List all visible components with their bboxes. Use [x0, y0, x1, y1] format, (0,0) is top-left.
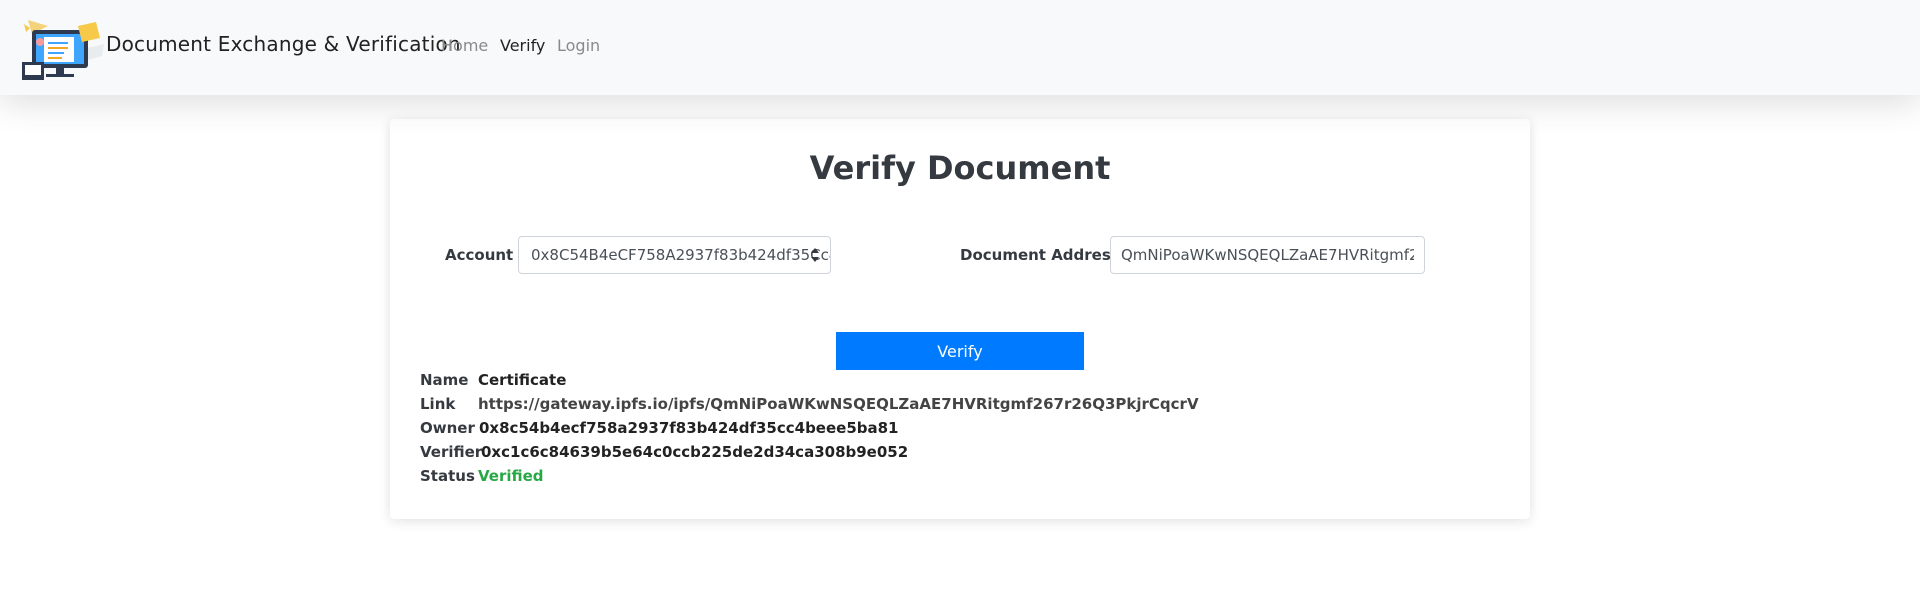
detail-value: Certificate — [478, 371, 567, 389]
verify-button[interactable]: Verify — [836, 332, 1084, 370]
document-address-input[interactable] — [1110, 236, 1425, 274]
detail-row-owner: Owner 0x8c54b4ecf758a2937f83b424df35cc4be… — [420, 419, 899, 441]
nav-link-home[interactable]: Home — [441, 36, 488, 55]
page-title: Verify Document — [809, 149, 1111, 187]
nav-link-login[interactable]: Login — [557, 36, 600, 55]
brand-title[interactable]: Document Exchange & Verification — [106, 32, 461, 56]
account-select-value: 0x8C54B4eCF758A2937f83b424df35Cc4beee5ba… — [531, 246, 830, 264]
detail-key: Status — [420, 467, 475, 485]
detail-row-name: Name Certificate — [420, 371, 566, 393]
detail-value: 0x8c54b4ecf758a2937f83b424df35cc4beee5ba… — [479, 419, 899, 437]
detail-row-link: Link https://gateway.ipfs.io/ipfs/QmNiPoa… — [420, 395, 1199, 417]
detail-key: Name — [420, 371, 469, 389]
detail-row-status: Status Verified — [420, 467, 544, 489]
status-badge: Verified — [478, 467, 544, 485]
detail-key: Link — [420, 395, 456, 413]
select-arrows-icon — [810, 247, 820, 265]
detail-key: Owner — [420, 419, 475, 437]
navbar: Document Exchange & Verification Home Ve… — [0, 0, 1920, 95]
detail-row-verifier: Verifier0xc1c6c84639b5e64c0ccb225de2d34c… — [420, 443, 908, 465]
document-address-label: Document Address — [960, 246, 1120, 264]
account-select[interactable]: 0x8C54B4eCF758A2937f83b424df35Cc4beee5ba… — [518, 236, 831, 274]
account-label: Account — [445, 246, 514, 264]
nav-link-verify[interactable]: Verify — [500, 36, 545, 55]
document-link[interactable]: https://gateway.ipfs.io/ipfs/QmNiPoaWKwN… — [478, 395, 1199, 413]
detail-value: 0xc1c6c84639b5e64c0ccb225de2d34ca308b9e0… — [481, 443, 909, 461]
verify-card: Verify Document Account 0x8C54B4eCF758A2… — [390, 119, 1530, 519]
detail-key: Verifier — [420, 443, 483, 461]
brand-logo-icon[interactable] — [18, 18, 106, 82]
